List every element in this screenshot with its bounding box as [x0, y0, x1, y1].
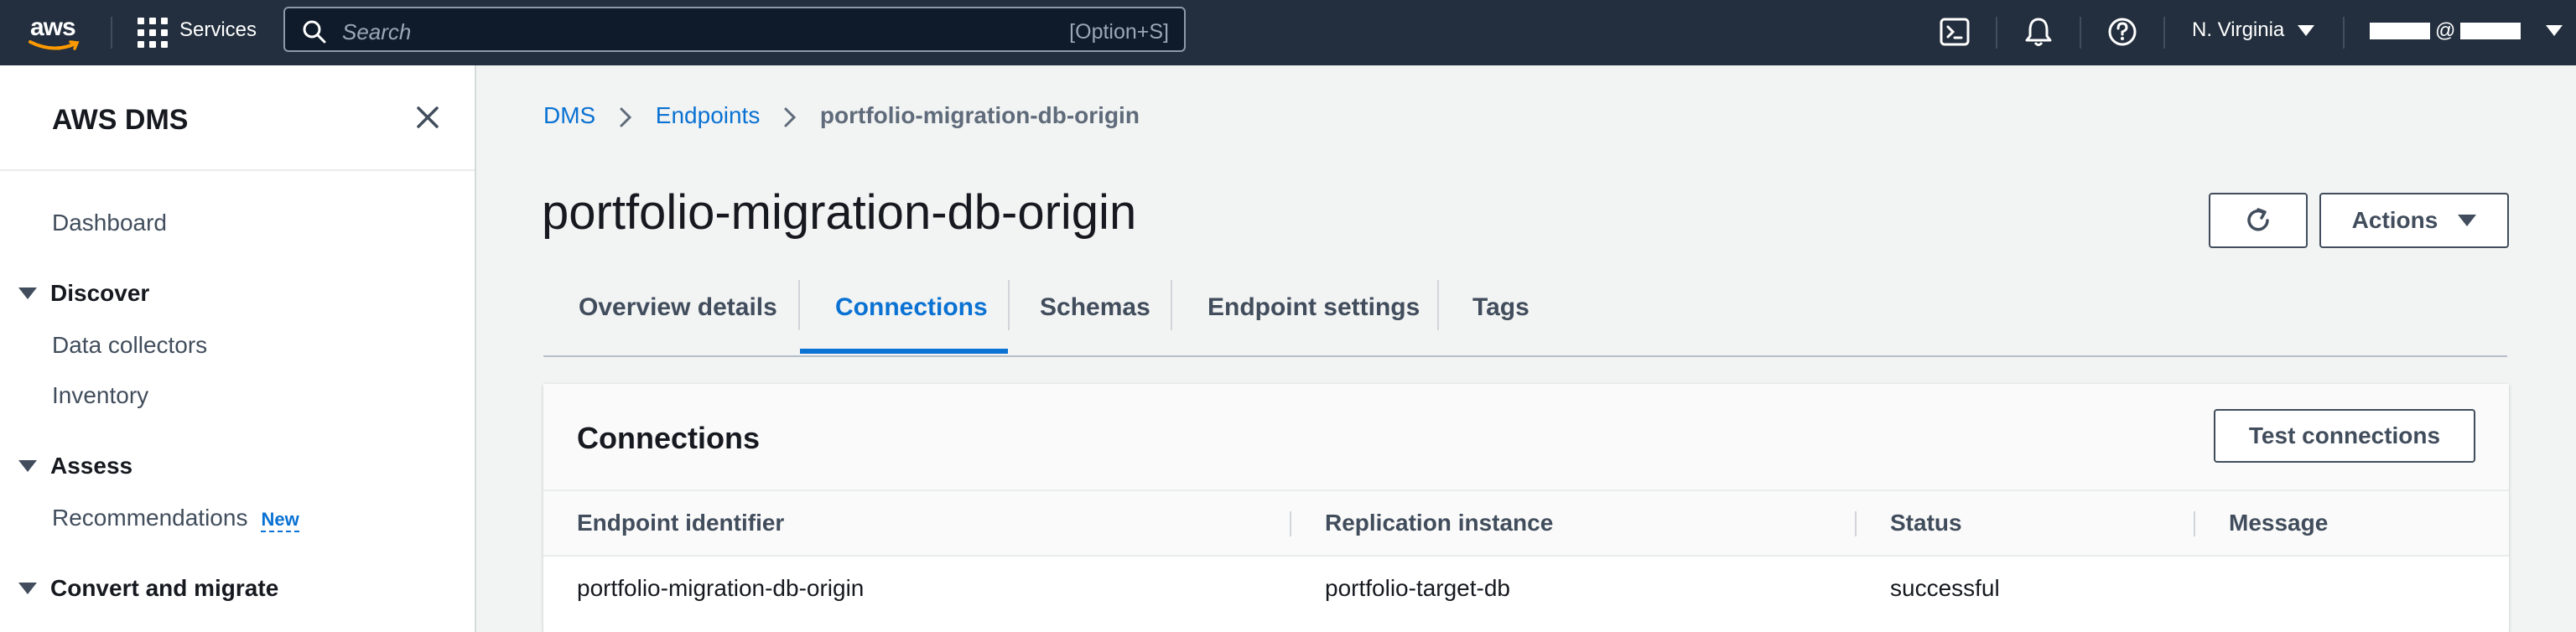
- cell-replication-instance: portfolio-target-db: [1325, 575, 1511, 601]
- nav-divider: [111, 17, 112, 49]
- account-caret-icon[interactable]: [2546, 25, 2563, 37]
- sidebar-item-data-collectors[interactable]: Data collectors: [52, 332, 207, 359]
- sidebar-divider: [0, 169, 475, 171]
- column-header-endpoint-identifier[interactable]: Endpoint identifier: [577, 510, 784, 536]
- tab-endpoint-settings[interactable]: Endpoint settings: [1208, 293, 1420, 322]
- breadcrumb-current: portfolio-migration-db-origin: [819, 102, 1140, 128]
- account-menu[interactable]: @: [2370, 18, 2521, 42]
- page-title: portfolio-migration-db-origin: [542, 185, 1137, 240]
- account-separator: @: [2435, 18, 2456, 42]
- sidebar-item-inventory[interactable]: Inventory: [52, 382, 148, 409]
- test-connections-button[interactable]: Test connections: [2214, 409, 2475, 463]
- tab-divider: [1437, 280, 1439, 330]
- tab-connections[interactable]: Connections: [835, 293, 988, 322]
- search-shortcut: [Option+S]: [1069, 20, 1169, 44]
- tab-bar: Overview details Connections Schemas End…: [543, 278, 2507, 357]
- sidebar-section-label: Assess: [50, 453, 133, 479]
- sidebar-title: AWS DMS: [52, 104, 189, 136]
- column-header-replication-instance[interactable]: Replication instance: [1325, 510, 1553, 536]
- aws-logo-text: aws: [30, 13, 76, 41]
- help-icon[interactable]: [2105, 14, 2140, 49]
- account-name-redacted: [2370, 22, 2430, 39]
- sidebar-section-label: Discover: [50, 280, 150, 306]
- table-header: Endpoint identifier Replication instance…: [543, 491, 2509, 557]
- aws-logo[interactable]: aws: [27, 12, 82, 52]
- cell-endpoint-identifier: portfolio-migration-db-origin: [577, 575, 865, 601]
- breadcrumb-endpoints[interactable]: Endpoints: [656, 102, 761, 128]
- nav-divider: [1996, 17, 1997, 49]
- panel-title: Connections: [577, 421, 761, 455]
- services-menu[interactable]: Services: [179, 18, 257, 42]
- aws-smile-icon: [29, 40, 80, 50]
- caret-down-icon: [2458, 215, 2477, 226]
- new-badge: New: [261, 509, 299, 532]
- actions-label: Actions: [2351, 207, 2438, 233]
- search-input[interactable]: Search [Option+S]: [283, 7, 1186, 52]
- refresh-button[interactable]: [2209, 193, 2308, 248]
- cell-status: successful: [1890, 575, 2000, 601]
- sidebar-section-discover[interactable]: Discover: [18, 280, 149, 307]
- column-divider[interactable]: [1290, 511, 1291, 536]
- sidebar-section-label: Convert and migrate: [50, 575, 279, 601]
- chevron-right-icon: [784, 107, 797, 127]
- column-divider[interactable]: [1855, 511, 1857, 536]
- nav-divider: [2163, 17, 2165, 49]
- tab-overview-details[interactable]: Overview details: [579, 293, 777, 322]
- close-icon[interactable]: [413, 102, 443, 132]
- connections-panel: Connections Test connections Endpoint id…: [543, 384, 2509, 632]
- tab-divider: [1008, 280, 1010, 330]
- panel-header: Connections Test connections: [543, 384, 2509, 491]
- column-header-message[interactable]: Message: [2229, 510, 2328, 536]
- nav-divider: [2080, 17, 2081, 49]
- breadcrumb: DMS Endpoints portfolio-migration-db-ori…: [543, 102, 1140, 129]
- region-caret-icon[interactable]: [2298, 25, 2314, 37]
- cloudshell-icon[interactable]: [1937, 14, 1972, 49]
- tab-tags[interactable]: Tags: [1472, 293, 1530, 322]
- tab-schemas[interactable]: Schemas: [1040, 293, 1150, 322]
- actions-dropdown-button[interactable]: Actions: [2319, 193, 2509, 248]
- refresh-icon: [2247, 208, 2269, 231]
- tab-divider: [798, 280, 800, 330]
- services-grid-icon[interactable]: [138, 18, 168, 48]
- expand-triangle-icon: [18, 459, 37, 472]
- chevron-right-icon: [620, 107, 632, 127]
- side-navigation: AWS DMS Dashboard Discover Data collecto…: [0, 65, 476, 632]
- search-icon: [303, 20, 326, 44]
- account-id-redacted: [2460, 22, 2521, 39]
- sidebar-section-assess[interactable]: Assess: [18, 453, 132, 479]
- tab-divider: [1171, 280, 1172, 330]
- notifications-bell-icon[interactable]: [2021, 14, 2056, 49]
- region-selector[interactable]: N. Virginia: [2192, 18, 2284, 42]
- column-header-status[interactable]: Status: [1890, 510, 1962, 536]
- sidebar-item-recommendations[interactable]: Recommendations New: [52, 505, 299, 532]
- sidebar-section-convert-and-migrate[interactable]: Convert and migrate: [18, 575, 278, 602]
- top-navigation: aws Services Search [Option+S] N. Virgin…: [0, 0, 2576, 65]
- nav-divider: [2343, 17, 2345, 49]
- expand-triangle-icon: [18, 582, 37, 594]
- breadcrumb-dms[interactable]: DMS: [543, 102, 595, 128]
- sidebar-item-dashboard[interactable]: Dashboard: [52, 210, 167, 236]
- expand-triangle-icon: [18, 287, 37, 299]
- column-divider[interactable]: [2194, 511, 2195, 536]
- active-tab-indicator: [800, 349, 1008, 354]
- search-placeholder: Search: [342, 19, 412, 44]
- sidebar-item-label: Recommendations: [52, 505, 248, 531]
